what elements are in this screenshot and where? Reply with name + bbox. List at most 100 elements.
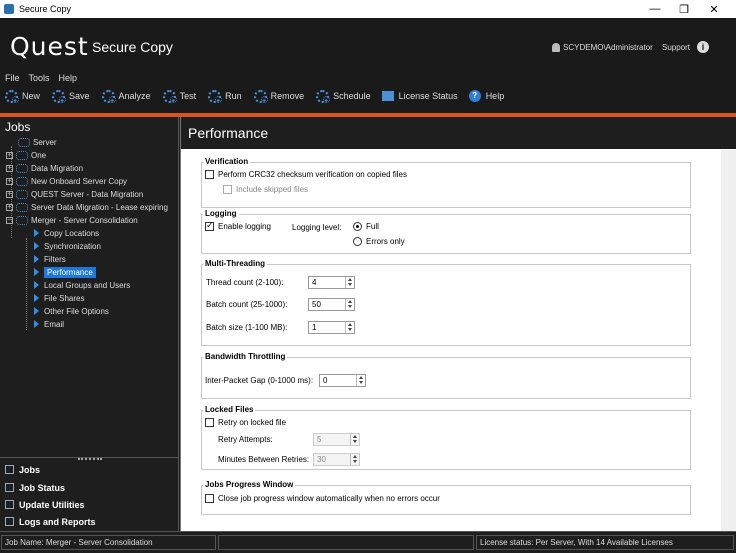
help-icon: ? [468, 89, 481, 102]
app-header: Quest Secure Copy SCYDEMO\Administrator … [0, 18, 736, 113]
tree-node[interactable]: Local Groups and Users [34, 279, 130, 291]
main-panel: Performance Verification Perform CRC32 c… [180, 117, 736, 531]
nav-jobs[interactable]: Jobs [0, 461, 178, 478]
help-button[interactable]: ? Help [468, 89, 505, 102]
enable-logging-row[interactable]: Enable logging [205, 220, 271, 231]
spinner-arrows-icon[interactable] [350, 454, 359, 465]
spinner-arrows-icon[interactable] [345, 299, 354, 310]
minimize-button[interactable]: — [641, 0, 669, 18]
skipped-checkbox-row[interactable]: Include skipped files [223, 185, 308, 194]
expand-icon[interactable]: + [6, 203, 13, 211]
logging-group [201, 214, 691, 254]
close-progress-checkbox[interactable] [205, 494, 214, 503]
license-status-button[interactable]: License Status [381, 90, 458, 101]
full-radio-row[interactable]: Full [353, 222, 379, 231]
batch-size-input[interactable]: 1 [308, 321, 355, 334]
support-link[interactable]: Support [662, 43, 690, 52]
help-label: Help [485, 90, 505, 101]
skipped-checkbox[interactable] [223, 185, 232, 194]
tree-node[interactable]: Filters [34, 253, 66, 265]
retry-attempts-input[interactable]: 5 [313, 433, 360, 446]
retry-attempts-value: 5 [317, 435, 322, 444]
run-button[interactable]: Run [207, 89, 242, 103]
tree-node[interactable]: Server [18, 136, 57, 148]
tree-node[interactable]: Copy Locations [34, 227, 99, 239]
gap-label: Inter-Packet Gap (0-1000 ms): [205, 376, 314, 385]
expand-icon[interactable]: + [6, 151, 13, 159]
nav-update-utilities[interactable]: Update Utilities [0, 496, 178, 513]
tree-node[interactable]: Email [34, 318, 64, 330]
tree-node[interactable]: Other File Options [34, 305, 109, 317]
expand-icon[interactable]: + [6, 177, 13, 185]
tree-node[interactable]: + One [6, 149, 46, 161]
retry-row[interactable]: Retry on locked file [205, 418, 286, 427]
nav-job-status[interactable]: Job Status [0, 479, 178, 496]
full-radio[interactable] [353, 222, 362, 231]
new-button[interactable]: New [4, 89, 40, 103]
arrow-icon [34, 255, 39, 263]
thread-count-input[interactable]: 4 [308, 276, 355, 289]
user-account[interactable]: SCYDEMO\Administrator [552, 43, 653, 52]
analyze-button[interactable]: Analyze [101, 89, 151, 103]
errors-radio-row[interactable]: Errors only [353, 237, 405, 246]
errors-radio[interactable] [353, 237, 362, 246]
status-job-name: Job Name: Merger - Server Consolidation [1, 535, 216, 550]
tree-node[interactable]: + QUEST Server - Data Migration [6, 188, 143, 200]
spinner-arrows-icon[interactable] [345, 277, 354, 288]
tree-node[interactable]: + New Onboard Server Copy [6, 175, 127, 187]
thread-count-value: 4 [312, 278, 317, 287]
full-label: Full [366, 222, 379, 231]
scrollbar[interactable] [721, 150, 736, 531]
gear-icon [253, 89, 268, 103]
batch-count-input[interactable]: 50 [308, 298, 355, 311]
nav-logs-reports[interactable]: Logs and Reports [0, 513, 178, 530]
title-bar: Secure Copy — ❐ ✕ [0, 0, 736, 18]
status-icon [5, 483, 14, 492]
close-progress-row[interactable]: Close job progress window automatically … [205, 494, 440, 503]
gear-icon [162, 89, 177, 103]
tree-node-selected[interactable]: Performance [34, 266, 96, 278]
job-icon [16, 176, 28, 186]
panel-header: Performance [181, 117, 736, 149]
tree-node[interactable]: Synchronization [34, 240, 101, 252]
info-icon[interactable]: i [697, 41, 709, 53]
restore-button[interactable]: ❐ [670, 0, 698, 18]
gear-icon [207, 89, 223, 103]
tree-node[interactable]: File Shares [34, 292, 84, 304]
save-button[interactable]: Save [51, 89, 90, 103]
spinner-arrows-icon[interactable] [350, 434, 359, 445]
run-label: Run [225, 90, 242, 101]
crc-checkbox-row[interactable]: Perform CRC32 checksum verification on c… [205, 170, 407, 179]
job-icon [16, 150, 28, 160]
tree-node[interactable]: + Data Migration [6, 162, 83, 174]
quest-logo: Quest [10, 32, 89, 61]
expand-icon[interactable]: + [6, 164, 13, 172]
tree-node[interactable]: + Server Data Migration - Lease expiring [6, 201, 168, 213]
menu-tools[interactable]: Tools [29, 73, 50, 83]
spinner-arrows-icon[interactable] [345, 322, 354, 333]
spinner-arrows-icon[interactable] [356, 375, 365, 386]
schedule-button[interactable]: Schedule [315, 89, 371, 103]
retry-checkbox[interactable] [205, 418, 214, 427]
jobs-icon [5, 465, 14, 474]
test-button[interactable]: Test [162, 89, 196, 103]
collapse-icon[interactable]: − [6, 216, 13, 224]
menu-help[interactable]: Help [59, 73, 78, 83]
menu-file[interactable]: File [5, 73, 20, 83]
toolbar: New Save Analyze Test Run Remove Schedul… [4, 89, 515, 103]
crc-checkbox[interactable] [205, 170, 214, 179]
schedule-label: Schedule [333, 90, 371, 101]
minutes-input[interactable]: 30 [313, 453, 360, 466]
logs-icon [5, 517, 14, 526]
license-icon [381, 90, 394, 101]
logging-level-label: Logging level: [292, 223, 342, 232]
skipped-label: Include skipped files [236, 185, 309, 194]
enable-logging-checkbox[interactable] [205, 220, 214, 231]
gap-value: 0 [323, 376, 328, 385]
tree-node[interactable]: − Merger - Server Consolidation [6, 214, 138, 226]
remove-button[interactable]: Remove [253, 89, 304, 103]
gap-input[interactable]: 0 [319, 374, 366, 387]
expand-icon[interactable]: + [6, 190, 13, 198]
page-title: Performance [188, 125, 269, 141]
close-button[interactable]: ✕ [700, 0, 728, 18]
